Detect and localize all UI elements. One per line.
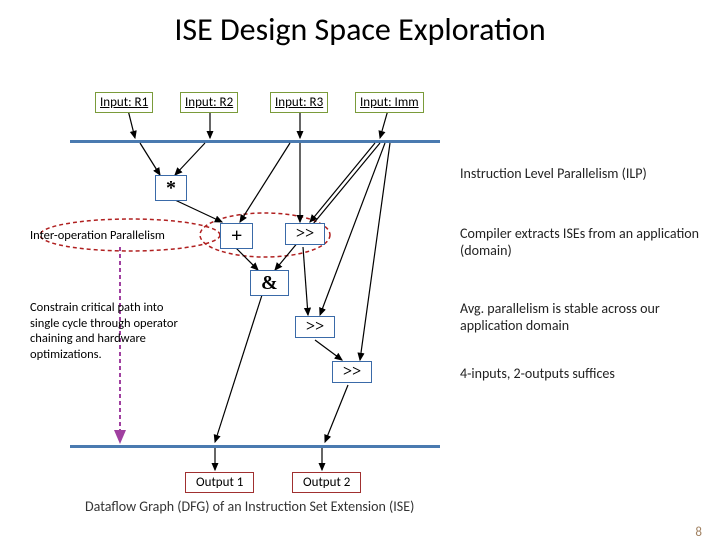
page-title: ISE Design Space Exploration xyxy=(0,10,720,49)
bottom-bar xyxy=(70,445,440,448)
op-mul: * xyxy=(155,175,187,201)
top-bar xyxy=(70,140,440,143)
bullet-ilp: Instruction Level Parallelism (ILP) xyxy=(460,165,710,182)
label-constrain: Constrain critical path into single cycl… xyxy=(30,300,185,363)
bullet-compiler: Compiler extracts ISEs from an applicati… xyxy=(460,225,710,259)
input-imm: Input: Imm xyxy=(355,92,424,113)
op-add: + xyxy=(220,223,253,249)
bullet-suffices: 4-inputs, 2-outputs suffices xyxy=(460,365,710,382)
input-r3: Input: R3 xyxy=(270,92,328,113)
op-shr1: >> xyxy=(285,223,325,245)
op-shr3: >> xyxy=(332,361,372,383)
label-interop: Inter-operation Parallelism xyxy=(30,228,165,243)
bullet-avg: Avg. parallelism is stable across our ap… xyxy=(460,300,710,334)
caption: Dataflow Graph (DFG) of an Instruction S… xyxy=(85,498,414,515)
op-and: & xyxy=(250,270,289,296)
input-r2: Input: R2 xyxy=(180,92,238,113)
output-1: Output 1 xyxy=(185,472,254,493)
input-r1: Input: R1 xyxy=(95,92,153,113)
op-shr2: >> xyxy=(295,316,335,338)
arrows-layer xyxy=(0,10,720,550)
page-number: 8 xyxy=(695,525,702,540)
output-2: Output 2 xyxy=(292,472,361,493)
